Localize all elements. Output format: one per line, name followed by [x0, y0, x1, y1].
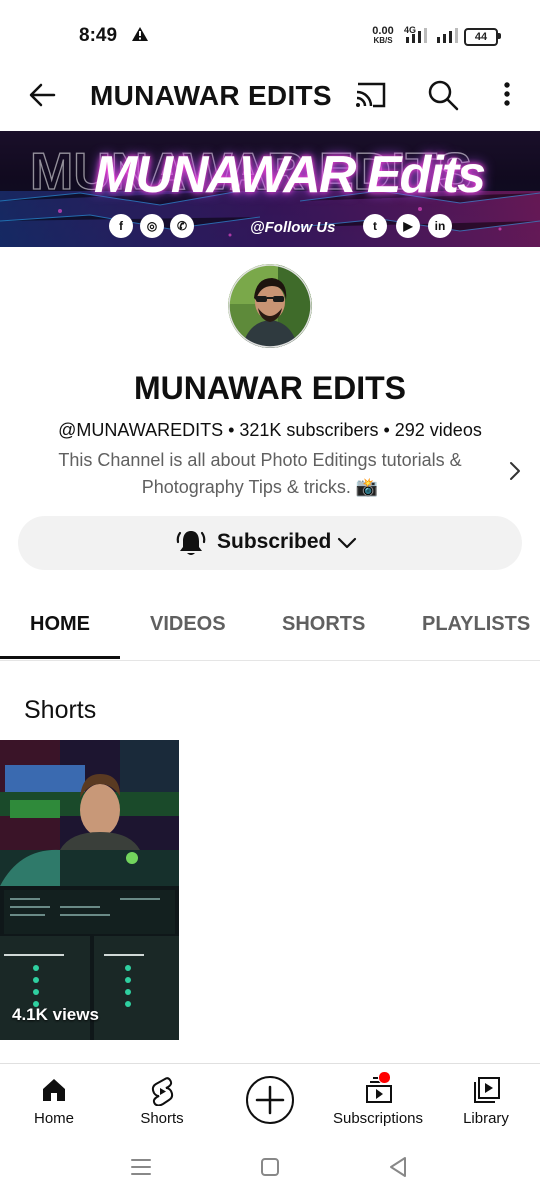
signal-icon [406, 28, 427, 43]
nav-library-label: Library [463, 1110, 509, 1127]
twitter-icon: t [363, 214, 387, 238]
subscribed-label: Subscribed [217, 530, 332, 553]
banner-title: MUNAWAR Edits [94, 146, 486, 204]
channel-avatar[interactable] [228, 264, 312, 348]
chevron-down-icon [337, 537, 357, 549]
nav-shorts-label: Shorts [140, 1110, 184, 1127]
home-icon [43, 1079, 65, 1101]
status-bar: 8:49 0.00 KB/S 4G 44 [0, 0, 540, 68]
short-views: 4.1K views [12, 1005, 99, 1024]
nav-subscriptions-label: Subscriptions [332, 1110, 424, 1127]
more-vert-icon[interactable] [496, 80, 518, 110]
linkedin-icon: in [428, 214, 452, 238]
facebook-icon: f [109, 214, 133, 238]
shorts-section-title: Shorts [24, 696, 97, 724]
battery-tip [498, 33, 501, 39]
nav-home-label: Home [33, 1110, 74, 1127]
nav-library[interactable]: Library [432, 1064, 540, 1144]
cast-icon[interactable] [353, 80, 389, 110]
home-button-icon[interactable] [260, 1157, 280, 1177]
tab-shorts[interactable]: SHORTS [282, 613, 365, 636]
channel-tabs: HOME VIDEOS SHORTS PLAYLISTS [0, 600, 540, 661]
back-triangle-icon[interactable] [388, 1156, 408, 1178]
channel-name: MUNAWAR EDITS [134, 370, 406, 406]
nav-create[interactable] [216, 1064, 324, 1144]
tab-home[interactable]: HOME [30, 613, 90, 636]
net-speed: 0.00 KB/S [372, 25, 394, 46]
channel-description[interactable]: This Channel is all about Photo Editings… [40, 447, 480, 501]
signal-icon-2 [437, 28, 458, 43]
tab-videos[interactable]: VIDEOS [150, 613, 226, 636]
active-tab-indicator [0, 656, 120, 659]
notification-dot [378, 1071, 391, 1084]
tab-playlists[interactable]: PLAYLISTS [422, 613, 530, 636]
library-icon [474, 1077, 500, 1103]
channel-meta: @MUNAWAREDITS • 321K subscribers • 292 v… [58, 420, 482, 440]
bottom-navigation: Home Shorts Subscriptions Library [0, 1063, 540, 1144]
search-icon[interactable] [426, 78, 460, 112]
youtube-icon: ▶ [396, 214, 420, 238]
chevron-right-icon[interactable] [508, 461, 522, 481]
header-title: MUNAWAR EDITS [90, 80, 332, 111]
nav-subscriptions[interactable]: Subscriptions [324, 1064, 432, 1144]
create-icon [246, 1076, 294, 1124]
short-thumbnail[interactable]: 4.1K views [0, 740, 179, 1040]
menu-icon[interactable] [130, 1157, 152, 1177]
alert-icon [132, 27, 148, 41]
banner-follow-text: @Follow Us [250, 219, 336, 236]
whatsapp-icon: ✆ [170, 214, 194, 238]
nav-shorts[interactable]: Shorts [108, 1064, 216, 1144]
system-navigation-bar [0, 1143, 540, 1200]
nav-home[interactable]: Home [0, 1064, 108, 1144]
instagram-icon: ◎ [140, 214, 164, 238]
status-time: 8:49 [79, 25, 118, 46]
battery-icon: 44 [464, 28, 498, 46]
short-thumbnail-image [0, 740, 179, 1040]
back-arrow-icon[interactable] [26, 78, 60, 112]
channel-banner: MUNAWAR EDITS MUNAWAR Edits f ◎ ✆ @Follo… [0, 131, 540, 247]
shorts-icon [151, 1077, 174, 1106]
subscribed-button[interactable]: Subscribed [18, 516, 522, 570]
bell-ring-icon [176, 531, 206, 555]
